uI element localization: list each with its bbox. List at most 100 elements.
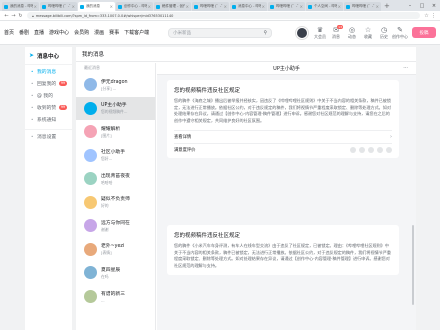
nav-item[interactable]: 会员购 bbox=[74, 29, 89, 36]
close-icon[interactable]: × bbox=[300, 4, 303, 9]
browser-tab[interactable]: 我的消息 - 哔哩哔哩× bbox=[2, 2, 39, 11]
header-icon-5[interactable]: ✎ 创作中心 bbox=[392, 26, 408, 40]
close-icon[interactable]: × bbox=[72, 4, 75, 9]
header-icon-4[interactable]: ◷ 历史 bbox=[376, 26, 392, 40]
tab-label: 哔哩哔哩 (゜-゜)つロ bbox=[48, 4, 71, 8]
conversation-info: UP主小助手 您的视频稿件... bbox=[101, 101, 155, 115]
nav-item[interactable]: 直播 bbox=[34, 29, 44, 36]
conversation-info: 远方与你同在 谢谢 bbox=[101, 219, 155, 233]
conversation-preview: 哈哈哈 bbox=[101, 179, 113, 185]
reload-icon[interactable]: ↻ bbox=[17, 13, 24, 19]
close-icon[interactable]: × bbox=[376, 4, 379, 9]
close-icon[interactable]: × bbox=[338, 4, 341, 9]
sidebar-item-label: 回复我的 bbox=[37, 81, 57, 87]
search-input[interactable]: 小米新品 bbox=[173, 30, 263, 36]
conversation-preview: 您的视频稿件... bbox=[101, 109, 128, 115]
conversation-item[interactable]: 老外~yezi [表情] bbox=[76, 238, 155, 262]
browser-tab[interactable]: 稿件管理 - 创作中心× bbox=[154, 2, 191, 11]
back-icon[interactable]: ← bbox=[3, 13, 10, 19]
sidebar-item[interactable]: • 我的消息 bbox=[25, 65, 72, 77]
browser-tab[interactable]: 哔哩哔哩 (゜-゜)つロ× bbox=[192, 2, 229, 11]
conversation-item[interactable]: 疑似不负责师 好的 bbox=[76, 191, 155, 215]
nav-item[interactable]: 首页 bbox=[4, 29, 14, 36]
more-options-icon[interactable]: ··· bbox=[403, 65, 408, 71]
forward-icon[interactable]: → bbox=[10, 13, 17, 19]
browser-tab[interactable]: 个人空间 - 哔哩哔哩× bbox=[306, 2, 343, 11]
avatar bbox=[84, 266, 97, 280]
avatar bbox=[84, 242, 97, 256]
conversation-item[interactable]: 社区小助手 您好... bbox=[76, 144, 155, 168]
browser-tab[interactable]: 创作中心 - 哔哩哔哩× bbox=[116, 2, 153, 11]
maximize-icon[interactable]: □ bbox=[416, 3, 428, 9]
search-icon[interactable]: ⚲ bbox=[263, 30, 267, 36]
close-icon[interactable]: × bbox=[148, 4, 151, 9]
close-icon[interactable]: × bbox=[224, 4, 227, 9]
tab-favicon-icon bbox=[80, 4, 84, 9]
rating-dot[interactable] bbox=[368, 146, 374, 153]
rating-dot[interactable] bbox=[359, 146, 365, 153]
new-tab-button[interactable]: + bbox=[384, 2, 390, 10]
sidebar-item-settings[interactable]: • 消息设置 bbox=[25, 129, 72, 141]
upload-button[interactable]: 投稿 bbox=[412, 27, 436, 38]
header-glyph-icon: ◷ bbox=[380, 25, 388, 34]
notification-badge: 13 bbox=[337, 24, 343, 29]
browser-tab[interactable]: 我的消息 × bbox=[78, 2, 115, 11]
browser-tab[interactable]: 哔哩哔哩 (゜-゜)つロ× bbox=[40, 2, 77, 11]
tab-favicon-icon bbox=[4, 4, 8, 9]
header-icon-2[interactable]: ◎ 动态 bbox=[344, 26, 360, 40]
nav-item[interactable]: 下载客户端 bbox=[124, 29, 149, 36]
user-avatar[interactable] bbox=[296, 26, 308, 39]
nav-item[interactable]: 番剧 bbox=[19, 29, 29, 36]
star-icon[interactable]: ☆ bbox=[423, 13, 430, 19]
view-details-link[interactable]: 查看详情 › bbox=[174, 130, 392, 140]
conversation-item[interactable]: 远方与你同在 谢谢 bbox=[76, 214, 155, 238]
minimize-icon[interactable]: – bbox=[404, 3, 416, 9]
search-box[interactable]: 小米新品 ⚲ bbox=[168, 27, 273, 38]
nav-item[interactable]: 赛事 bbox=[109, 29, 119, 36]
header-glyph-icon: ☆ bbox=[364, 25, 372, 34]
tab-label: 我的消息 bbox=[86, 4, 100, 8]
conversation-info: 伊无dragon [分享] ... bbox=[101, 78, 155, 92]
close-icon[interactable]: × bbox=[34, 4, 37, 9]
conversation-item[interactable]: 伊无dragon [分享] ... bbox=[76, 73, 155, 97]
conversation-name: UP主小助手 bbox=[101, 103, 127, 109]
sidebar-item[interactable]: • 收到的赞 99 bbox=[25, 101, 72, 113]
sidebar-item[interactable]: • 系统通知 bbox=[25, 113, 72, 125]
conversation-item[interactable]: 出现青苔夜夜 哈哈哈 bbox=[76, 167, 155, 191]
conversation-item[interactable]: UP主小助手 您的视频稿件... bbox=[76, 96, 155, 120]
header-icon-label: 大会员 bbox=[314, 33, 326, 39]
close-icon[interactable]: × bbox=[186, 4, 189, 9]
browser-tab[interactable]: 哔哩哔哩 (゜-゜)つロ× bbox=[268, 2, 305, 11]
conversation-list: 最近消息 伊无dragon [分享] ... UP主小助手 您的视频稿件... 耀耀解析… bbox=[76, 63, 156, 330]
nav-item[interactable]: 漫画 bbox=[94, 29, 104, 36]
header-icon-0[interactable]: ♛ 大会员 bbox=[312, 26, 328, 40]
rating-dot[interactable] bbox=[386, 146, 392, 153]
header-icon-3[interactable]: ☆ 收藏 bbox=[360, 26, 376, 40]
conversation-info: 有谱的新三... bbox=[101, 290, 155, 303]
chat-scrollbar[interactable] bbox=[412, 225, 414, 305]
close-window-icon[interactable]: × bbox=[428, 3, 440, 9]
sidebar-item[interactable]: • @ 我的 bbox=[25, 89, 72, 101]
count-badge: 99 bbox=[59, 80, 67, 86]
conversation-item[interactable]: 耀耀解析 [图片] bbox=[76, 120, 155, 144]
conversation-preview: 谢谢 bbox=[101, 226, 109, 232]
close-icon[interactable]: × bbox=[262, 4, 265, 9]
tab-label: 哔哩哔哩 (゜-゜)つロ bbox=[352, 4, 375, 8]
browser-tab[interactable]: 消息中心 - 哔哩哔哩× bbox=[230, 2, 267, 11]
close-icon[interactable]: × bbox=[110, 4, 113, 9]
sidebar-item[interactable]: • 回复我的 99 bbox=[25, 77, 72, 89]
satisfaction-label: 满意度评价 bbox=[174, 147, 196, 153]
bullet-icon: • bbox=[31, 134, 34, 139]
rating-dot[interactable] bbox=[350, 146, 356, 153]
menu-icon[interactable]: ⋮ bbox=[430, 13, 437, 19]
conversation-item[interactable]: 有谱的新三... bbox=[76, 285, 155, 309]
conversation-item[interactable]: 夏四星辰 在吗 bbox=[76, 261, 155, 285]
avatar bbox=[84, 78, 97, 92]
nav-item[interactable]: 游戏中心 bbox=[49, 29, 69, 36]
header-icon-1[interactable]: ✉ 消息 13 bbox=[328, 24, 344, 40]
url-field[interactable]: 🔒︎ message.bilibili.com/?spm_id_from=333… bbox=[27, 12, 420, 19]
conversation-preview: 您好... bbox=[101, 156, 113, 162]
browser-tab[interactable]: 哔哩哔哩 (゜-゜)つロ× bbox=[344, 2, 381, 11]
conversation-preview: 好的 bbox=[101, 203, 109, 209]
rating-dot[interactable] bbox=[377, 146, 383, 153]
